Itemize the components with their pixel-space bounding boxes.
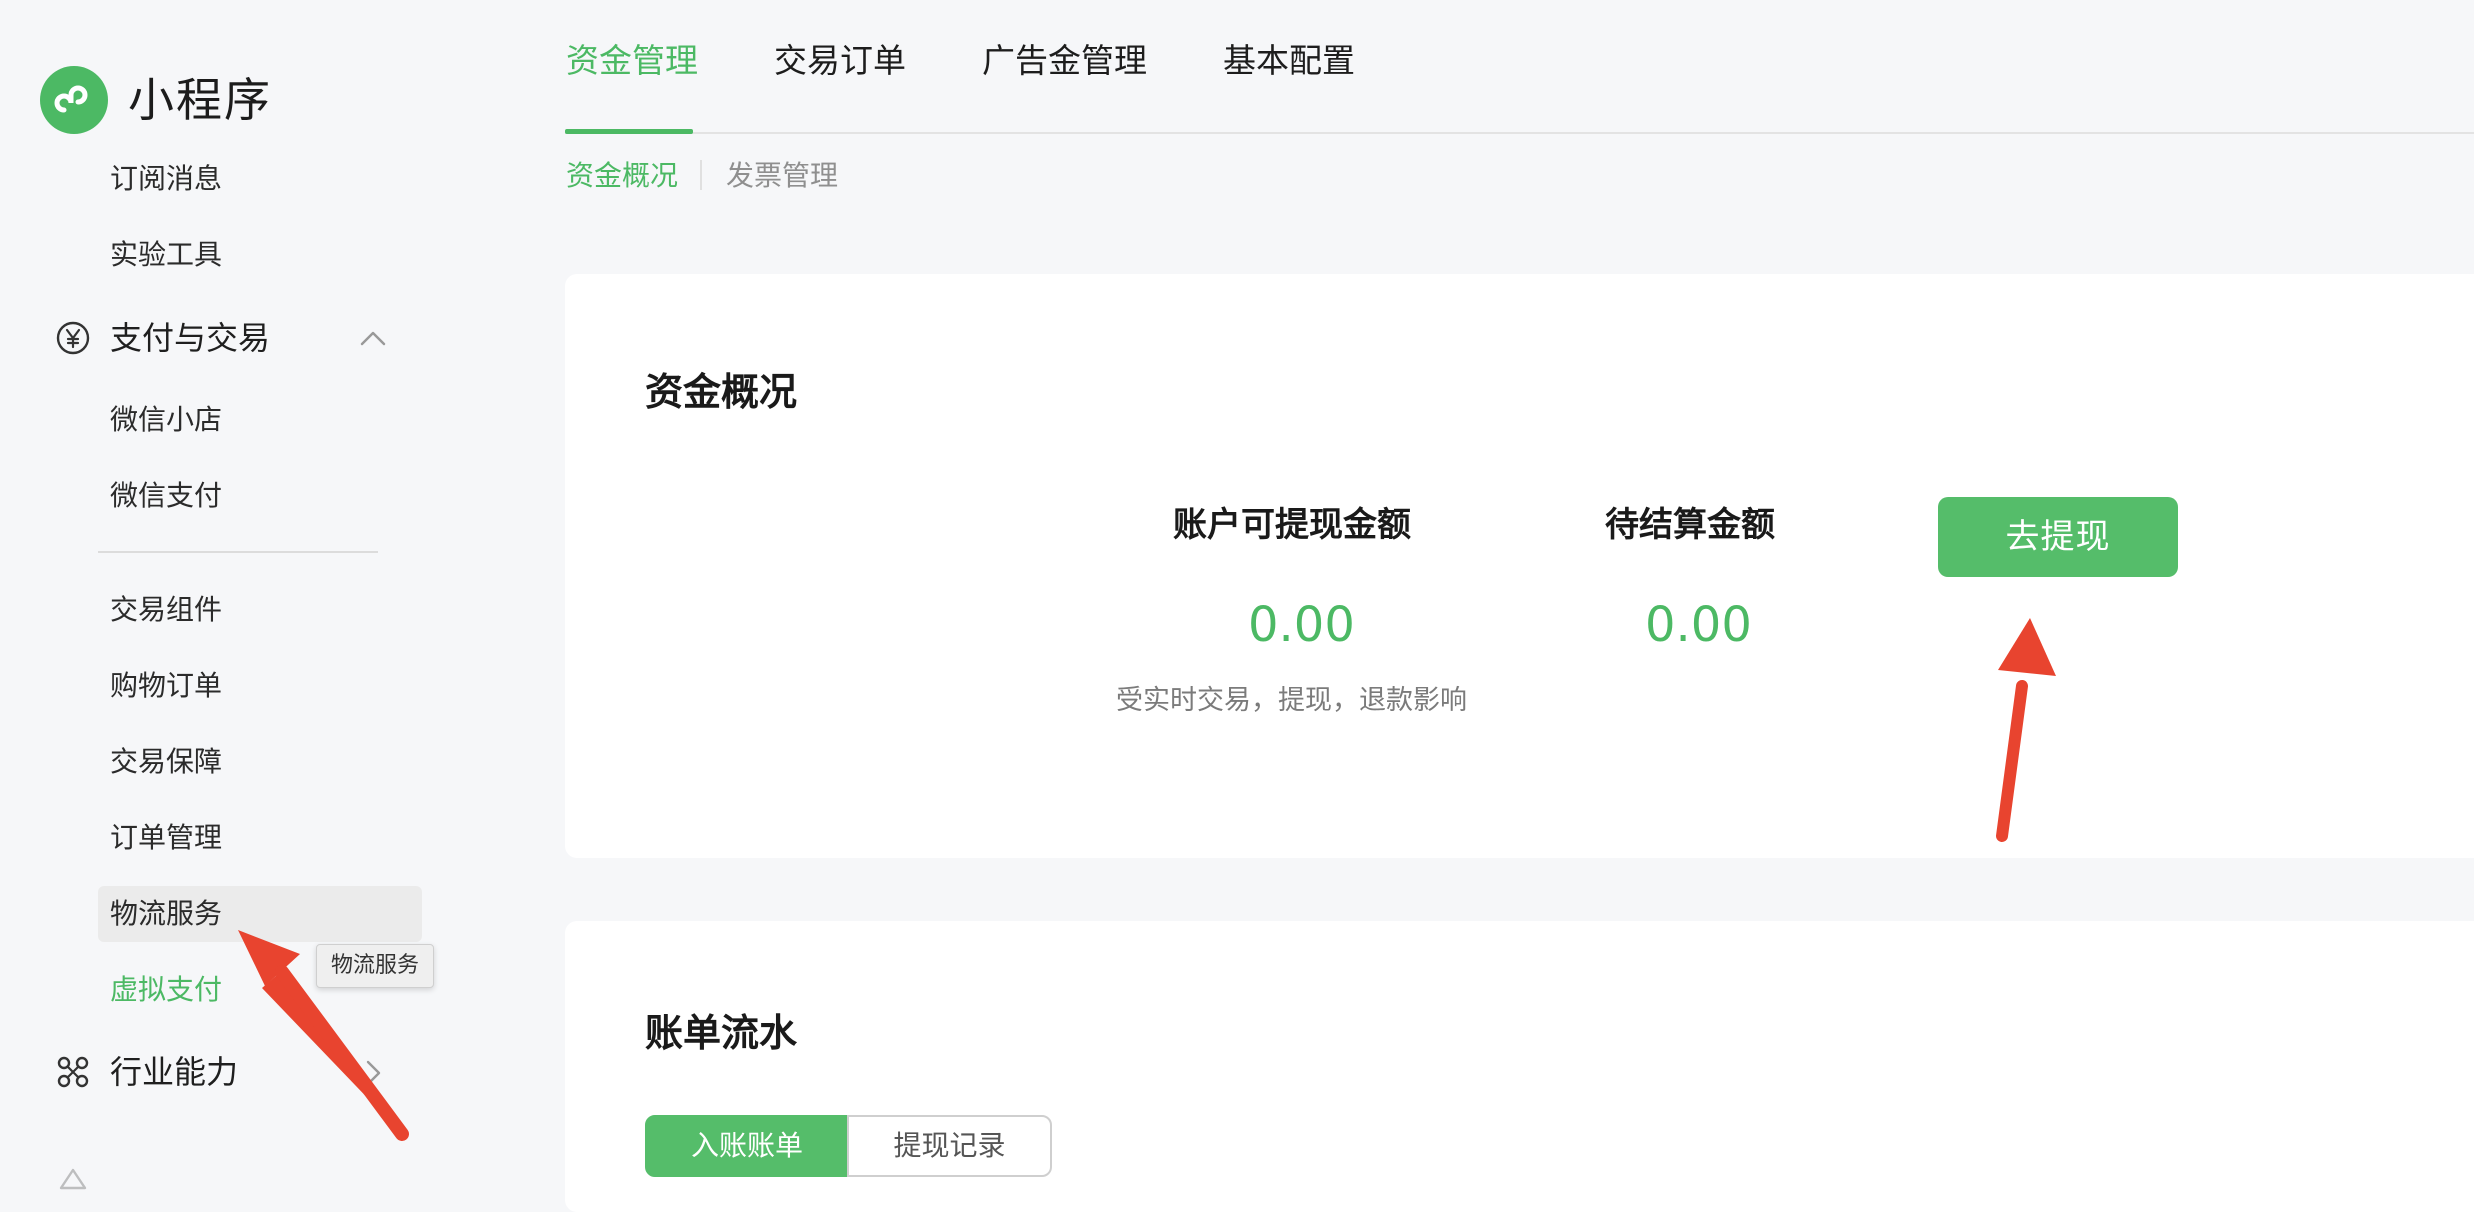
- tab-trade-orders[interactable]: 交易订单: [774, 38, 906, 84]
- app-brand-title: 小程序: [128, 73, 272, 127]
- sidebar-tooltip: 物流服务: [316, 944, 435, 988]
- sidebar-group-payment[interactable]: 支付与交易: [110, 316, 270, 360]
- sidebar-item-wechat-pay[interactable]: 微信支付: [110, 476, 222, 516]
- tab-basic-config[interactable]: 基本配置: [1223, 38, 1355, 84]
- subtab-fund-overview[interactable]: 资金概况: [566, 156, 678, 196]
- withdrawable-value: 0.00: [1248, 597, 1355, 653]
- withdrawable-note: 受实时交易，提现，退款影响: [1116, 685, 1467, 716]
- fund-overview-card: 资金概况 账户可提现金额 0.00 受实时交易，提现，退款影响 待结算金额 0.…: [565, 274, 2474, 858]
- sidebar-item-shopping-orders[interactable]: 购物订单: [110, 666, 222, 706]
- pending-label: 待结算金额: [1605, 505, 1775, 545]
- bills-tab-withdraw-records[interactable]: 提现记录: [847, 1115, 1052, 1177]
- sidebar-item-trade-guarantee[interactable]: 交易保障: [110, 742, 222, 782]
- app-root: 小程序 订阅消息 实验工具 支付与交易 微信小店 微信支付 交易组件 购物订单 …: [0, 0, 2474, 1212]
- pending-value: 0.00: [1645, 597, 1752, 653]
- sidebar-item-subscribe-messages[interactable]: 订阅消息: [110, 159, 222, 199]
- sidebar-divider: [98, 551, 378, 553]
- sidebar-item-order-management[interactable]: 订单管理: [110, 818, 222, 858]
- tab-fund-management[interactable]: 资金管理: [566, 38, 698, 84]
- subtab-invoice-management[interactable]: 发票管理: [726, 156, 838, 196]
- yen-circle-icon: [56, 321, 90, 355]
- sidebar-item-lab-tools[interactable]: 实验工具: [110, 235, 222, 275]
- promotion-icon: [59, 1168, 87, 1190]
- sidebar-item-trade-component[interactable]: 交易组件: [110, 590, 222, 630]
- withdrawable-label: 账户可提现金额: [1173, 505, 1411, 545]
- chevron-right-icon[interactable]: [358, 1058, 388, 1088]
- sidebar-group-industry[interactable]: 行业能力: [110, 1050, 238, 1094]
- sidebar: 小程序 订阅消息 实验工具 支付与交易 微信小店 微信支付 交易组件 购物订单 …: [0, 0, 565, 1212]
- fund-overview-title: 资金概况: [645, 370, 798, 414]
- active-tab-indicator: [565, 129, 693, 134]
- sidebar-item-virtual-payment[interactable]: 虚拟支付: [110, 970, 222, 1010]
- tab-ad-fund-management[interactable]: 广告金管理: [982, 38, 1147, 84]
- chevron-up-icon[interactable]: [358, 324, 388, 354]
- sidebar-item-logistics[interactable]: 物流服务: [110, 894, 222, 934]
- withdraw-button[interactable]: 去提现: [1938, 497, 2178, 577]
- subtab-divider: [700, 160, 702, 190]
- bills-tab-income[interactable]: 入账账单: [645, 1115, 849, 1177]
- industry-nodes-icon: [57, 1056, 89, 1088]
- tabs-divider: [565, 132, 2474, 134]
- sidebar-item-wechat-shop[interactable]: 微信小店: [110, 400, 222, 440]
- bills-title: 账单流水: [645, 1011, 798, 1055]
- mini-program-logo-icon: [40, 66, 108, 134]
